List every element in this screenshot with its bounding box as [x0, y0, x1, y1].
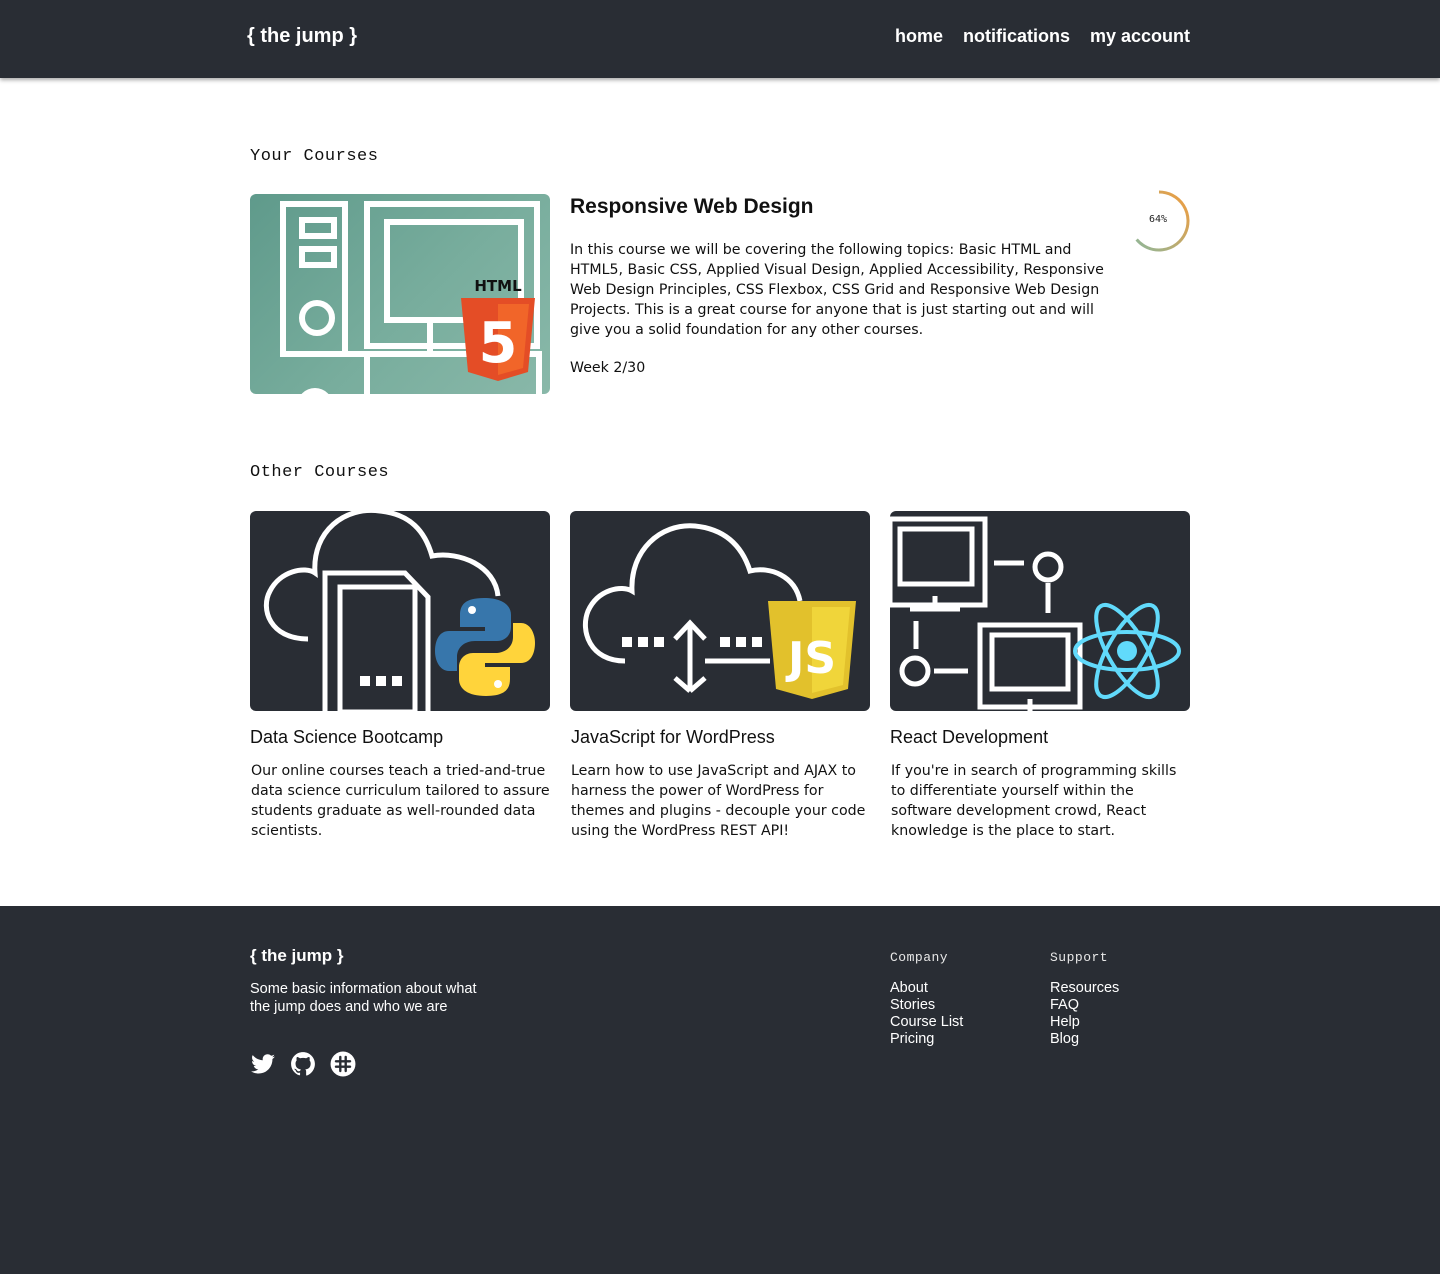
- react-icon: [1073, 602, 1181, 700]
- footer-company-heading: Company: [890, 950, 949, 965]
- svg-text:HTML: HTML: [474, 278, 522, 295]
- html5-icon: HTML 5: [461, 278, 535, 381]
- github-icon[interactable]: [290, 1051, 316, 1077]
- course-description-javascript: Learn how to use JavaScript and AJAX to …: [571, 763, 866, 839]
- footer-link-faq[interactable]: FAQ: [1050, 997, 1119, 1014]
- footer-link-pricing[interactable]: Pricing: [890, 1031, 963, 1048]
- other-courses-heading: Other Courses: [250, 463, 390, 482]
- footer-link-help[interactable]: Help: [1050, 1014, 1119, 1031]
- main-nav: home notifications my account: [895, 26, 1190, 47]
- slack-icon[interactable]: [330, 1051, 356, 1077]
- javascript-icon: JS: [768, 601, 856, 699]
- course-progress-ring: 64%: [1128, 188, 1192, 254]
- footer-logo[interactable]: { the jump }: [250, 946, 344, 966]
- nav-my-account[interactable]: my account: [1090, 26, 1190, 47]
- svg-text:5: 5: [479, 311, 518, 376]
- twitter-icon[interactable]: [250, 1051, 276, 1077]
- footer-link-stories[interactable]: Stories: [890, 997, 963, 1014]
- course-card-image-data-science[interactable]: [250, 511, 550, 711]
- your-courses-heading: Your Courses: [250, 147, 379, 166]
- site-header: { the jump } home notifications my accou…: [0, 0, 1440, 78]
- social-links: [250, 1051, 356, 1077]
- svg-text:JS: JS: [785, 633, 836, 684]
- site-logo[interactable]: { the jump }: [247, 25, 357, 48]
- nav-home[interactable]: home: [895, 26, 943, 47]
- course-description-react: If you're in search of programming skill…: [891, 763, 1177, 839]
- site-footer: { the jump } Some basic information abou…: [0, 906, 1440, 1274]
- course-title-react[interactable]: React Development: [890, 727, 1048, 748]
- course-title-data-science[interactable]: Data Science Bootcamp: [250, 727, 443, 748]
- progress-label: 64%: [1148, 214, 1168, 225]
- footer-link-course-list[interactable]: Course List: [890, 1014, 963, 1031]
- footer-link-resources[interactable]: Resources: [1050, 980, 1119, 997]
- featured-course-image[interactable]: HTML 5: [250, 194, 550, 394]
- footer-about-text: Some basic information about what the ju…: [250, 981, 477, 1015]
- course-title-javascript[interactable]: JavaScript for WordPress: [571, 727, 775, 748]
- featured-course-title[interactable]: Responsive Web Design: [570, 195, 814, 219]
- footer-support-heading: Support: [1050, 950, 1109, 965]
- course-card-image-react[interactable]: [890, 511, 1190, 711]
- python-icon: [435, 598, 535, 696]
- featured-course-week: Week 2/30: [570, 360, 646, 376]
- footer-company-column: Company About Stories Course List Pricin…: [890, 950, 963, 1048]
- footer-link-blog[interactable]: Blog: [1050, 1031, 1119, 1048]
- course-description-data-science: Our online courses teach a tried-and-tru…: [251, 763, 550, 839]
- footer-link-about[interactable]: About: [890, 980, 963, 997]
- course-card-image-javascript[interactable]: JS: [570, 511, 870, 711]
- featured-course-description: In this course we will be covering the f…: [570, 242, 1104, 338]
- nav-notifications[interactable]: notifications: [963, 26, 1070, 47]
- footer-support-column: Support Resources FAQ Help Blog: [1050, 950, 1119, 1048]
